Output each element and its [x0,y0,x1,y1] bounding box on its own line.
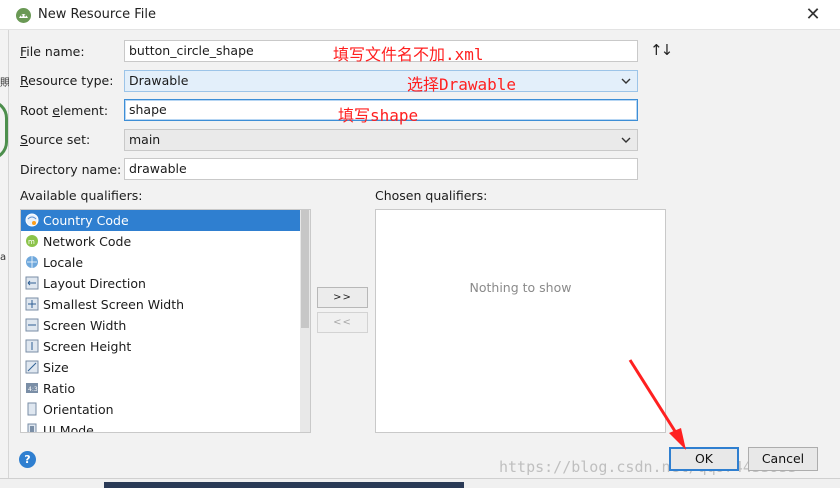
locale-globe-icon [26,256,38,268]
source-set-select[interactable]: main [124,129,638,151]
orientation-icon [27,402,37,416]
sort-order-icon[interactable]: ↑↓ [650,41,673,59]
qualifier-item-ratio[interactable]: 4:3 Ratio [21,378,310,399]
resource-type-value: Drawable [129,73,189,88]
background-taskbar [0,478,840,488]
title-bar: New Resource File ✕ [0,0,840,30]
resource-type-label: Resource type: [20,73,113,88]
remove-qualifier-button[interactable]: << [317,312,368,333]
directory-name-input[interactable]: drawable [124,158,638,180]
android-studio-icon [16,8,31,23]
file-name-label-rest: ile name: [26,44,85,59]
help-icon[interactable]: ? [19,451,36,468]
qualifier-item-screen-width[interactable]: Screen Width [21,315,310,336]
svg-text:m: m [28,238,35,246]
qualifier-label: Orientation [43,402,114,417]
available-qualifiers-label: Available qualifiers: [20,188,143,203]
available-qualifiers-list[interactable]: Country Code m Network Code Locale Layou… [20,209,311,433]
chevron-down-icon [621,74,631,88]
smallest-width-icon [25,297,39,311]
directory-name-value: drawable [129,161,187,176]
root-element-label-start: Root [20,103,53,118]
qualifier-label: Network Code [43,234,132,249]
root-element-label-rest: lement: [60,103,109,118]
chosen-qualifiers-list[interactable]: Nothing to show [375,209,666,433]
root-element-mnemonic: e [52,103,60,118]
qualifier-item-ui-mode[interactable]: UI Mode [21,420,310,433]
ok-button[interactable]: OK [669,447,739,471]
qualifier-item-orientation[interactable]: Orientation [21,399,310,420]
svg-text:4:3: 4:3 [28,386,38,393]
qualifier-label: Smallest Screen Width [43,297,185,312]
close-icon[interactable]: ✕ [802,4,824,26]
chosen-qualifiers-label: Chosen qualifiers: [375,188,488,203]
source-set-mnemonic: S [20,132,28,147]
qualifiers-scrollbar[interactable] [300,210,310,432]
qualifier-item-screen-height[interactable]: Screen Height [21,336,310,357]
empty-list-text: Nothing to show [469,280,572,295]
qualifier-label: Layout Direction [43,276,146,291]
size-icon [25,360,39,374]
window-title: New Resource File [38,7,156,22]
scrollbar-thumb[interactable] [301,210,309,328]
qualifier-label: Country Code [43,213,129,228]
qualifier-label: Screen Width [43,318,127,333]
qualifier-label: Screen Height [43,339,132,354]
screen-height-icon [25,339,39,353]
qualifier-item-network-code[interactable]: m Network Code [21,231,310,252]
qualifier-label: Locale [43,255,84,270]
screen-width-icon [25,318,39,332]
resource-type-label-rest: esource type: [28,73,114,88]
root-element-label: Root element: [20,103,108,118]
qualifier-item-smallest-screen-width[interactable]: Smallest Screen Width [21,294,310,315]
directory-name-label: Directory name: [20,162,122,177]
file-name-value: button_circle_shape [129,43,254,58]
ui-mode-icon [27,423,37,432]
qualifier-item-locale[interactable]: Locale [21,252,310,273]
background-text: a [0,252,7,263]
background-logo [0,100,8,160]
source-set-value: main [129,132,161,147]
globe-country-icon [25,213,39,227]
root-element-value: shape [129,102,167,117]
cancel-button[interactable]: Cancel [748,447,818,471]
network-code-icon: m [26,235,38,247]
background-window-sliver: 賏 a [0,30,10,488]
source-set-label-rest: ource set: [27,132,91,147]
resource-type-select[interactable]: Drawable [124,70,638,92]
ratio-icon: 4:3 [26,383,38,393]
qualifier-item-size[interactable]: Size [21,357,310,378]
source-set-label: Source set: [20,132,90,147]
resource-type-mnemonic: R [20,73,29,88]
qualifier-label: Ratio [43,381,76,396]
new-resource-dialog: File name: button_circle_shape 填写文件名不加.x… [9,30,840,478]
qualifier-label: Size [43,360,69,375]
qualifier-label: UI Mode [43,423,94,433]
qualifier-item-layout-direction[interactable]: Layout Direction [21,273,310,294]
file-name-annotation: 填写文件名不加.xml [333,45,484,64]
layout-direction-icon [25,276,39,290]
add-qualifier-button[interactable]: >> [317,287,368,308]
root-element-annotation: 填写shape [338,106,419,125]
resource-type-annotation: 选择Drawable [407,75,517,94]
qualifier-item-country-code[interactable]: Country Code [21,210,310,231]
file-name-label: File name: [20,44,85,59]
chevron-down-icon [621,133,631,147]
